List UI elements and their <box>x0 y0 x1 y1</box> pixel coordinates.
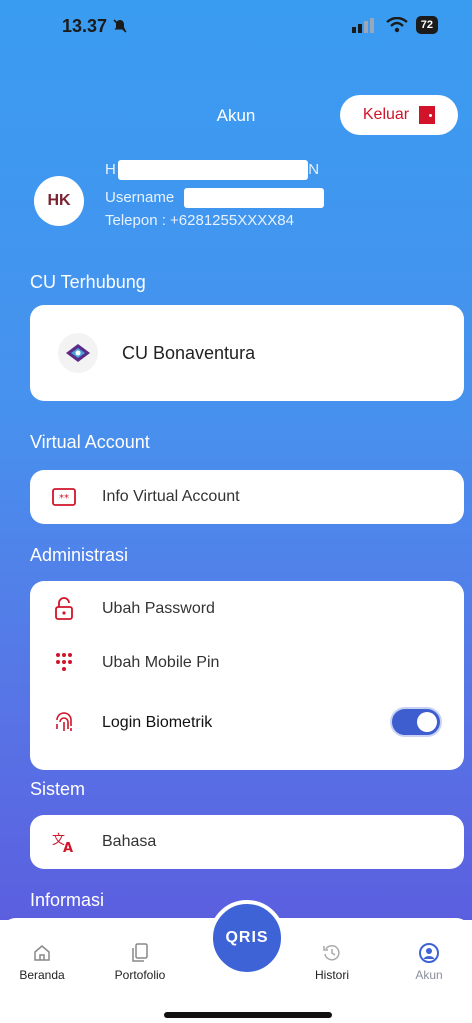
profile-username: Username <box>105 188 325 208</box>
section-title-va: Virtual Account <box>30 432 150 452</box>
nav-portfolio[interactable]: Portofolio <box>100 938 180 982</box>
username-label: Username <box>105 188 175 206</box>
change-password-label: Ubah Password <box>102 600 215 617</box>
status-time: 13.37 <box>62 16 128 37</box>
home-icon <box>2 938 82 968</box>
qris-label: QRIS <box>225 929 269 946</box>
nav-portfolio-label: Portofolio <box>114 968 166 982</box>
qris-button[interactable]: QRIS <box>209 900 285 976</box>
fingerprint-icon <box>52 711 76 735</box>
biometric-login-label: Login Biometrik <box>102 714 213 731</box>
change-pin-label: Ubah Mobile Pin <box>102 654 220 671</box>
va-label: Info Virtual Account <box>102 488 240 505</box>
language-label: Bahasa <box>102 833 157 850</box>
section-title-cu: CU Terhubung <box>30 272 146 292</box>
section-title-admin: Administrasi <box>30 545 129 565</box>
nav-account[interactable]: Akun <box>389 938 469 982</box>
signal-icon <box>351 18 374 33</box>
svg-text:A: A <box>63 841 73 853</box>
avatar: HK <box>34 176 84 226</box>
logout-label: Keluar <box>362 106 410 123</box>
svg-text:**: ** <box>59 493 69 504</box>
language-item[interactable]: 文 A Bahasa <box>30 830 464 854</box>
history-icon <box>292 938 372 968</box>
door-icon <box>419 106 436 124</box>
nav-history[interactable]: Histori <box>292 938 372 982</box>
profile-phone: Telepon : +6281255XXXX84 <box>105 212 294 229</box>
system-card: 文 A Bahasa <box>30 815 464 869</box>
biometric-login-item: Login Biometrik <box>30 707 464 737</box>
user-circle-icon <box>389 938 469 968</box>
wifi-icon <box>386 17 408 33</box>
status-bar: 13.37 72 <box>0 0 472 60</box>
cu-card[interactable]: CU Bonaventura <box>30 305 464 401</box>
nav-history-label: Histori <box>314 968 349 982</box>
unlock-icon <box>52 597 76 621</box>
documents-icon <box>100 938 180 968</box>
biometric-toggle[interactable] <box>390 707 442 737</box>
va-item[interactable]: ** Info Virtual Account <box>30 485 464 509</box>
redacted-name <box>118 160 309 180</box>
nav-home-label: Beranda <box>19 968 65 982</box>
profile-name-end: N <box>308 160 320 178</box>
nav-home[interactable]: Beranda <box>2 938 82 982</box>
profile-name: H N <box>105 160 319 180</box>
logout-button[interactable]: Keluar <box>340 95 458 135</box>
translate-icon: 文 A <box>52 830 76 854</box>
redacted-username <box>184 188 325 208</box>
change-pin-item[interactable]: Ubah Mobile Pin <box>30 651 464 675</box>
profile-name-start: H <box>105 160 116 178</box>
status-icons: 72 <box>351 16 438 34</box>
va-card[interactable]: ** Info Virtual Account <box>30 470 464 524</box>
card-pin-icon: ** <box>52 485 76 509</box>
change-password-item[interactable]: Ubah Password <box>30 597 464 621</box>
battery-indicator: 72 <box>415 16 438 34</box>
admin-card: Ubah Password Ubah Mobile Pin Login Biom… <box>30 581 464 770</box>
nav-account-label: Akun <box>415 968 443 982</box>
toggle-knob <box>417 712 437 732</box>
mute-bell-icon <box>113 19 127 33</box>
home-indicator <box>164 1012 332 1018</box>
cu-name: CU Bonaventura <box>122 342 256 363</box>
section-title-system: Sistem <box>30 779 86 799</box>
keypad-icon <box>52 651 76 675</box>
cu-item[interactable]: CU Bonaventura <box>30 333 464 373</box>
section-title-info: Informasi <box>30 890 105 910</box>
cu-logo-icon <box>58 333 98 373</box>
